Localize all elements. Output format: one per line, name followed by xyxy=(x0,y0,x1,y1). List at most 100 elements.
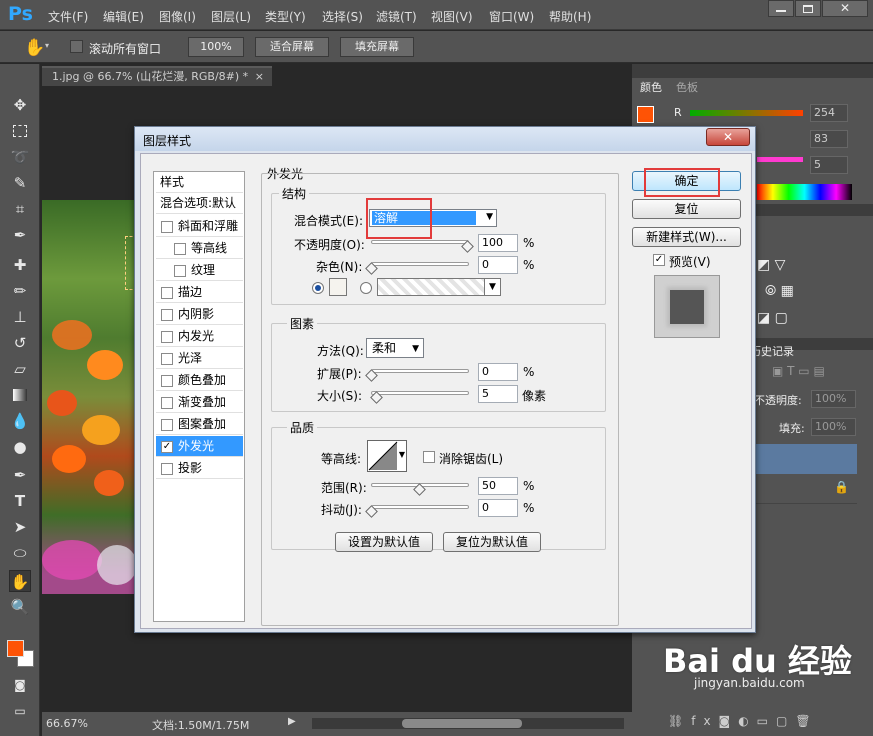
style-item-checkbox[interactable] xyxy=(161,308,173,321)
type-tool-icon[interactable]: T xyxy=(9,490,31,512)
spread-slider[interactable] xyxy=(365,369,469,382)
crop-tool-icon[interactable]: ⌗ xyxy=(9,198,31,220)
menu-filter[interactable]: 滤镜(T) xyxy=(376,8,417,25)
style-item[interactable]: 内发光 xyxy=(156,326,243,347)
antialias-checkbox[interactable] xyxy=(423,451,435,463)
fit-screen-button[interactable]: 适合屏幕 xyxy=(255,37,329,57)
status-menu-arrow-icon[interactable]: ▶ xyxy=(288,716,296,727)
style-item[interactable]: 光泽 xyxy=(156,348,243,369)
horizontal-scrollbar[interactable] xyxy=(312,718,624,729)
panel-foreground-swatch[interactable] xyxy=(637,106,654,123)
style-item-checkbox[interactable] xyxy=(174,242,186,255)
noise-slider[interactable] xyxy=(365,262,469,275)
style-item[interactable]: 图案叠加 xyxy=(156,414,243,435)
jitter-input[interactable]: 0 xyxy=(478,499,518,517)
range-slider[interactable] xyxy=(371,483,469,496)
blend-options-item[interactable]: 混合选项:默认 xyxy=(156,193,243,214)
hand-tool-active-icon[interactable]: ✋ xyxy=(9,570,31,592)
zoom-100-button[interactable]: 100% xyxy=(188,37,244,57)
gradient-radio[interactable] xyxy=(360,282,372,294)
chevron-down-icon[interactable]: ▾ xyxy=(45,41,49,50)
style-item-checkbox[interactable] xyxy=(161,396,173,409)
color-radio[interactable] xyxy=(312,282,324,294)
opacity-field[interactable]: 100% xyxy=(811,390,856,408)
healing-brush-tool-icon[interactable]: ✚ xyxy=(9,254,31,276)
g-value[interactable]: 83 xyxy=(810,130,848,148)
b-value[interactable]: 5 xyxy=(810,156,848,174)
styles-header[interactable]: 样式 xyxy=(156,172,243,193)
clone-stamp-tool-icon[interactable]: ⊥ xyxy=(9,306,31,328)
preview-checkbox[interactable]: ✓ xyxy=(653,254,665,266)
new-style-button[interactable]: 新建样式(W)... xyxy=(632,227,741,247)
opacity-input[interactable]: 100 xyxy=(478,234,518,252)
style-item[interactable]: 斜面和浮雕 xyxy=(156,216,243,237)
style-item-checkbox[interactable] xyxy=(161,462,173,475)
pen-tool-icon[interactable]: ✒ xyxy=(9,464,31,486)
tab-color[interactable]: 颜色 xyxy=(640,79,662,95)
style-item[interactable]: 描边 xyxy=(156,282,243,303)
adjustment-icons-row3[interactable]: ◪ ▢ xyxy=(757,310,788,326)
reset-button[interactable]: 复位 xyxy=(632,199,741,219)
menu-layer[interactable]: 图层(L) xyxy=(211,8,251,25)
image-canvas[interactable] xyxy=(42,200,138,594)
layer-panel-footer-icons[interactable]: ⛓fx◙◐▭▢🗑 xyxy=(668,714,819,728)
dialog-close-button[interactable]: ✕ xyxy=(706,128,750,146)
tab-history[interactable]: 历史记录 xyxy=(750,343,794,359)
style-item[interactable]: 渐变叠加 xyxy=(156,392,243,413)
style-item-checkbox[interactable] xyxy=(161,352,173,365)
tab-swatches[interactable]: 色板 xyxy=(676,79,698,95)
opacity-slider[interactable] xyxy=(371,240,474,253)
gradient-tool-icon[interactable] xyxy=(9,384,31,406)
jitter-slider[interactable] xyxy=(365,505,469,518)
style-item[interactable]: 纹理 xyxy=(156,260,243,281)
style-item[interactable]: 内阴影 xyxy=(156,304,243,325)
screen-mode-icon[interactable]: ▭ xyxy=(9,700,31,722)
size-slider[interactable] xyxy=(369,391,469,404)
maximize-button[interactable] xyxy=(795,0,821,17)
style-item[interactable]: 投影 xyxy=(156,458,243,479)
color-spectrum[interactable] xyxy=(757,184,852,200)
menu-view[interactable]: 视图(V) xyxy=(431,8,473,25)
gradient-picker[interactable]: ▼ xyxy=(377,278,501,296)
lasso-tool-icon[interactable]: ➰ xyxy=(9,146,31,168)
menu-edit[interactable]: 编辑(E) xyxy=(103,8,144,25)
glow-color-swatch[interactable] xyxy=(329,278,347,296)
move-tool-icon[interactable]: ✥ xyxy=(9,94,31,116)
document-tab[interactable]: 1.jpg @ 66.7% (山花烂漫, RGB/8#) * × xyxy=(42,66,272,86)
menu-select[interactable]: 选择(S) xyxy=(322,8,363,25)
style-item-checkbox[interactable] xyxy=(161,374,173,387)
zoom-tool-icon[interactable]: 🔍 xyxy=(9,596,31,618)
close-tab-icon[interactable]: × xyxy=(255,68,264,86)
dodge-tool-icon[interactable]: ● xyxy=(9,436,31,458)
layer-filter-icons[interactable]: ▣ T ▭ ▤ xyxy=(772,364,825,378)
style-item[interactable]: 等高线 xyxy=(156,238,243,259)
style-item-checkbox[interactable] xyxy=(161,286,173,299)
style-item-checkbox[interactable]: ✓ xyxy=(161,440,173,453)
layer-row-background[interactable]: 🔒 xyxy=(750,474,857,504)
r-value[interactable]: 254 xyxy=(810,104,848,122)
noise-input[interactable]: 0 xyxy=(478,256,518,274)
r-slider[interactable] xyxy=(690,110,803,116)
adjustment-icons[interactable]: ◩ ▽ xyxy=(757,257,785,273)
eyedropper-tool-icon[interactable]: ✒ xyxy=(9,224,31,246)
style-item-checkbox[interactable] xyxy=(161,418,173,431)
eraser-tool-icon[interactable]: ▱ xyxy=(9,358,31,380)
blur-tool-icon[interactable]: 💧 xyxy=(9,410,31,432)
range-input[interactable]: 50 xyxy=(478,477,518,495)
fill-screen-button[interactable]: 填充屏幕 xyxy=(340,37,414,57)
fill-field[interactable]: 100% xyxy=(811,418,856,436)
size-input[interactable]: 5 xyxy=(478,385,518,403)
b-slider[interactable] xyxy=(757,157,803,162)
adjustment-icons-row2[interactable]: ⦾ ▦ xyxy=(765,283,794,299)
quick-mask-icon[interactable]: ◙ xyxy=(9,674,31,696)
contour-picker[interactable]: ▼ xyxy=(367,440,407,472)
layer-row-selected[interactable] xyxy=(750,444,857,474)
spread-input[interactable]: 0 xyxy=(478,363,518,381)
menu-image[interactable]: 图像(I) xyxy=(159,8,196,25)
menu-help[interactable]: 帮助(H) xyxy=(549,8,591,25)
quick-select-tool-icon[interactable]: ✎ xyxy=(9,172,31,194)
style-item[interactable]: 颜色叠加 xyxy=(156,370,243,391)
style-item-checkbox[interactable] xyxy=(161,220,173,233)
method-select[interactable]: 柔和 ▼ xyxy=(366,338,424,358)
chevron-down-icon[interactable]: ▼ xyxy=(484,279,500,295)
